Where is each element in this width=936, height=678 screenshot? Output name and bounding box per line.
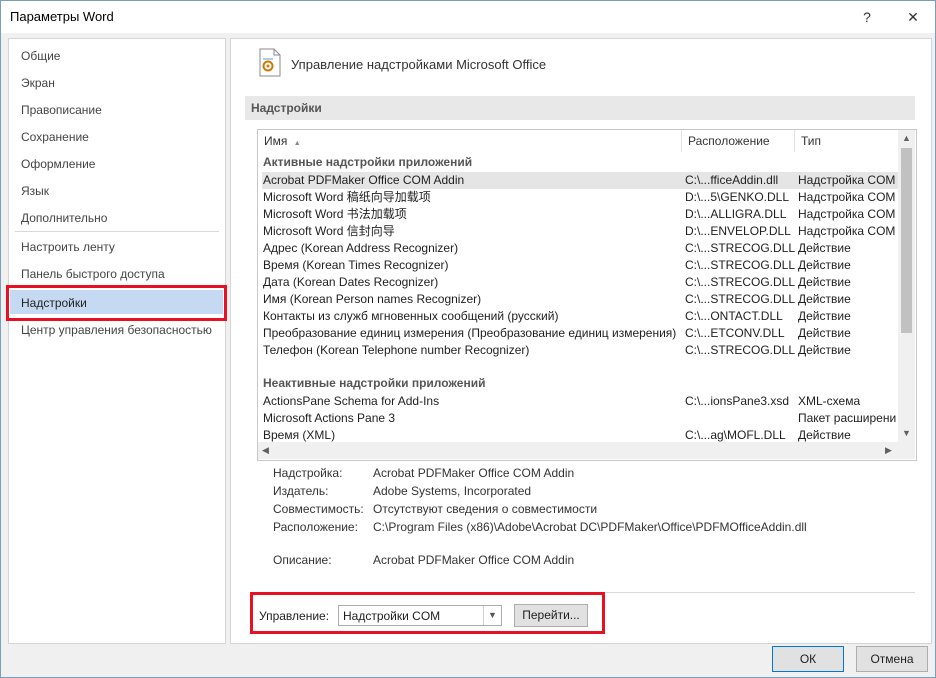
options-dialog: Параметры Word ? ✕ Общие Экран Правописа… <box>0 0 936 678</box>
horizontal-scrollbar[interactable]: ◀ ▶ <box>258 442 915 459</box>
column-header-name[interactable]: Имя ▲ <box>258 130 682 152</box>
table-row[interactable]: Microsoft Word 信封向导 D:\...ENVELOP.DLL На… <box>262 223 898 240</box>
sidebar-item-proofing[interactable]: Правописание <box>21 103 102 117</box>
addins-list[interactable]: Имя ▲ Расположение Тип Активные надстрой… <box>257 129 917 461</box>
sidebar-item-advanced[interactable]: Дополнительно <box>21 211 107 225</box>
active-group-label: Активные надстройки приложений <box>263 155 473 169</box>
detail-publisher-label: Издатель: <box>273 484 329 498</box>
window-title: Параметры Word <box>10 9 114 24</box>
detail-description-label: Описание: <box>273 553 332 567</box>
highlight-box-manage <box>250 592 605 634</box>
sidebar-item-save[interactable]: Сохранение <box>21 130 89 144</box>
table-row[interactable]: Преобразование единиц измерения (Преобра… <box>262 325 898 342</box>
section-label: Надстройки <box>251 101 322 115</box>
detail-compat-value: Отсутствуют сведения о совместимости <box>373 502 598 516</box>
column-header-location[interactable]: Расположение <box>682 130 795 152</box>
sidebar: Общие Экран Правописание Сохранение Офор… <box>8 38 226 644</box>
column-header-type[interactable]: Тип <box>795 130 898 152</box>
table-row[interactable]: Microsoft Word 书法加载项 D:\...ALLIGRA.DLL Н… <box>262 206 898 223</box>
sidebar-item-quick-access[interactable]: Панель быстрого доступа <box>21 267 165 281</box>
inactive-group-label: Неактивные надстройки приложений <box>263 376 486 390</box>
table-row[interactable]: Дата (Korean Dates Recognizer) C:\...STR… <box>262 274 898 291</box>
table-row[interactable]: Телефон (Korean Telephone number Recogni… <box>262 342 898 359</box>
detail-location-label: Расположение: <box>273 520 358 534</box>
table-row[interactable]: Адрес (Korean Address Recognizer) C:\...… <box>262 240 898 257</box>
ok-button[interactable]: ОК <box>772 646 844 672</box>
detail-addin-label: Надстройка: <box>273 466 343 480</box>
sidebar-item-trust-center[interactable]: Центр управления безопасностью <box>21 323 212 337</box>
detail-addin-value: Acrobat PDFMaker Office COM Addin <box>373 466 575 480</box>
table-row[interactable]: Microsoft Word 稿纸向导加载项 D:\...5\GENKO.DLL… <box>262 189 898 206</box>
vertical-scroll-thumb[interactable] <box>901 148 912 333</box>
detail-compat-label: Совместимость: <box>273 502 364 516</box>
close-icon[interactable]: ✕ <box>903 7 923 27</box>
scroll-down-icon[interactable]: ▼ <box>902 428 911 438</box>
scroll-right-icon[interactable]: ▶ <box>885 445 892 456</box>
sidebar-item-language[interactable]: Язык <box>21 184 49 198</box>
detail-location-value: C:\Program Files (x86)\Adobe\Acrobat DC\… <box>373 520 807 534</box>
help-icon[interactable]: ? <box>857 7 877 27</box>
table-row[interactable]: ActionsPane Schema for Add-Ins C:\...ion… <box>262 393 898 410</box>
section-header: Надстройки <box>245 96 915 120</box>
detail-publisher-value: Adobe Systems, Incorporated <box>373 484 532 498</box>
detail-description-value: Acrobat PDFMaker Office COM Addin <box>373 553 575 567</box>
sidebar-item-customize-ribbon[interactable]: Настроить ленту <box>21 240 115 254</box>
sidebar-item-general[interactable]: Общие <box>21 49 60 63</box>
sidebar-divider <box>15 231 219 232</box>
cancel-button[interactable]: Отмена <box>856 646 928 672</box>
vertical-scrollbar[interactable]: ▲ ▼ <box>898 130 915 442</box>
main-panel: Управление надстройками Microsoft Office… <box>230 38 932 644</box>
sort-arrow-icon: ▲ <box>293 140 301 147</box>
scroll-left-icon[interactable]: ◀ <box>262 445 269 456</box>
highlight-box-addins <box>6 285 227 321</box>
table-row[interactable]: Время (Korean Times Recognizer) C:\...ST… <box>262 257 898 274</box>
table-row[interactable]: Контакты из служб мгновенных сообщений (… <box>262 308 898 325</box>
sidebar-item-design[interactable]: Оформление <box>21 157 95 171</box>
scroll-up-icon[interactable]: ▲ <box>902 133 911 143</box>
table-row[interactable]: Microsoft Actions Pane 3 Пакет расширени <box>262 410 898 427</box>
table-row[interactable]: Acrobat PDFMaker Office COM Addin C:\...… <box>262 172 898 189</box>
sidebar-item-display[interactable]: Экран <box>21 76 55 90</box>
table-row[interactable]: Имя (Korean Person names Recognizer) C:\… <box>262 291 898 308</box>
title-bar: Параметры Word ? ✕ <box>1 1 935 33</box>
addins-gear-icon <box>259 48 281 77</box>
page-title: Управление надстройками Microsoft Office <box>291 57 547 72</box>
